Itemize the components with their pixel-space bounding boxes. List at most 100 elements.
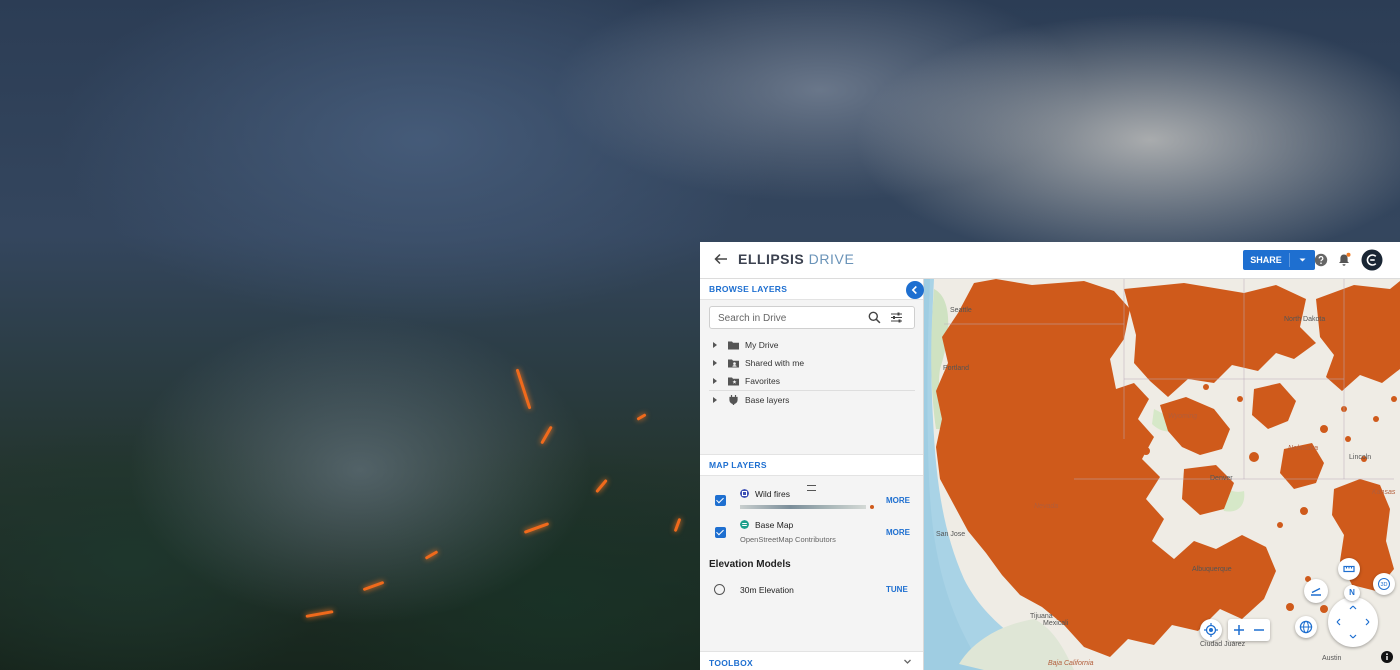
- tilt-plane-icon: [1311, 587, 1321, 596]
- share-button[interactable]: SHARE: [1243, 250, 1315, 270]
- globe-view-button[interactable]: [1295, 616, 1317, 638]
- tree-item-label: My Drive: [745, 340, 779, 350]
- expand-caret-icon[interactable]: [713, 397, 717, 403]
- tree-item-label: Shared with me: [745, 358, 805, 368]
- fire-ember: [424, 550, 439, 560]
- shared-folder-icon: [728, 359, 739, 368]
- top-bar: ELLIPSIS DRIVE SHARE: [700, 242, 1400, 279]
- map-layers-heading: MAP LAYERS: [700, 454, 923, 476]
- map-label: Austin: [1322, 655, 1342, 662]
- layer-name: Wild fires: [755, 489, 790, 499]
- measure-ruler-button[interactable]: [1338, 558, 1360, 580]
- map-label: North Dakota: [1284, 316, 1326, 323]
- fire-ember: [673, 517, 682, 533]
- notification-bell-icon[interactable]: [1337, 252, 1351, 267]
- compass-arrows-icon: [1336, 605, 1370, 639]
- pitch-control-button[interactable]: [1304, 579, 1328, 603]
- 3d-view-icon: 3D: [1378, 578, 1390, 590]
- svg-text:3D: 3D: [1380, 582, 1387, 588]
- map-label: Mexicali: [1043, 620, 1069, 627]
- tree-item-my-drive[interactable]: My Drive: [700, 336, 923, 354]
- chevron-down-icon[interactable]: [903, 657, 912, 666]
- ruler-icon: [1343, 565, 1355, 573]
- expand-caret-icon[interactable]: [713, 360, 717, 366]
- elevation-tune-button[interactable]: TUNE: [886, 585, 908, 594]
- back-arrow-icon[interactable]: [713, 251, 729, 267]
- elevation-name: 30m Elevation: [740, 585, 794, 595]
- layers-sidebar: BROWSE LAYERS My Drive: [700, 279, 924, 670]
- globe-icon: [1299, 620, 1313, 634]
- ellipsis-drive-logo[interactable]: ELLIPSIS DRIVE: [738, 251, 854, 267]
- map-label: Albuquerque: [1192, 566, 1232, 573]
- compass-north-button[interactable]: N: [1344, 585, 1360, 601]
- elevation-radio-button[interactable]: [714, 584, 725, 595]
- map-label: Baja California: [1048, 660, 1094, 667]
- fire-ember: [540, 425, 553, 445]
- tree-item-favorites[interactable]: Favorites: [700, 372, 923, 390]
- zoom-controls: [1228, 619, 1270, 641]
- search-drive-box: [709, 306, 915, 329]
- collapse-sidebar-button[interactable]: [906, 281, 924, 299]
- map-navigation-compass[interactable]: [1328, 597, 1378, 647]
- elevation-row-30m[interactable]: 30m Elevation TUNE: [700, 580, 923, 600]
- layer-subtitle: OpenStreetMap Contributors: [740, 535, 836, 544]
- logo-wordmark: ELLIPSIS: [738, 251, 805, 267]
- elevation-models-heading: Elevation Models: [709, 559, 791, 570]
- favorites-folder-icon: [728, 377, 739, 386]
- tree-item-label: Base layers: [745, 395, 790, 405]
- fire-ember: [305, 610, 334, 618]
- user-avatar[interactable]: [1361, 249, 1383, 271]
- ellipsis-drive-window: ELLIPSIS DRIVE SHARE BROWSE LAYERS Searc…: [700, 242, 1400, 670]
- crosshair-location-icon: [1204, 623, 1218, 637]
- north-label: N: [1349, 588, 1355, 597]
- map-label: Ciudad Juárez: [1200, 641, 1246, 648]
- filter-sliders-icon[interactable]: [890, 311, 903, 324]
- map-label: Wyoming: [1168, 413, 1198, 420]
- search-drive-input[interactable]: [716, 309, 860, 327]
- fire-ember: [515, 368, 532, 410]
- map-info-icon[interactable]: [1381, 651, 1393, 663]
- fire-ember: [595, 478, 608, 494]
- 3d-toggle-button[interactable]: 3D: [1373, 573, 1395, 595]
- map-label: Seattle: [950, 307, 972, 314]
- map-label: San Jose: [936, 531, 966, 538]
- map-label: Nevada: [1034, 503, 1059, 510]
- map-label: Kansas: [1372, 489, 1396, 496]
- share-label: SHARE: [1250, 255, 1282, 265]
- map-view[interactable]: Seattle Portland North Dakota Wyoming De…: [924, 279, 1400, 670]
- map-label: Portland: [943, 365, 970, 372]
- tree-item-shared-with-me[interactable]: Shared with me: [700, 354, 923, 372]
- layer-more-button[interactable]: MORE: [886, 528, 910, 537]
- expand-caret-icon[interactable]: [713, 378, 717, 384]
- share-dropdown-icon[interactable]: [1290, 250, 1315, 270]
- logo-product: DRIVE: [808, 251, 855, 267]
- layer-row-base-map[interactable]: Base Map OpenStreetMap Contributors MORE: [700, 515, 923, 547]
- tree-item-label: Favorites: [745, 376, 780, 386]
- zoom-out-button[interactable]: [1250, 621, 1268, 639]
- search-icon[interactable]: [868, 311, 881, 324]
- layer-color-dot: [870, 505, 874, 509]
- fire-ember: [523, 522, 550, 534]
- layer-more-button[interactable]: MORE: [886, 496, 910, 505]
- toolbox-heading: TOOLBOX: [709, 658, 753, 668]
- vector-layer-badge-icon: [740, 489, 749, 498]
- layer-visibility-checkbox[interactable]: [715, 495, 726, 506]
- tree-item-base-layers[interactable]: Base layers: [700, 391, 923, 409]
- toolbox-section[interactable]: TOOLBOX: [700, 651, 923, 670]
- map-label: Nebraska: [1288, 445, 1318, 452]
- layer-legend-gradient: [740, 505, 866, 509]
- layer-visibility-checkbox[interactable]: [715, 527, 726, 538]
- fire-ember: [636, 413, 647, 421]
- map-label: Tijuana: [1030, 613, 1053, 620]
- geolocate-button[interactable]: [1200, 619, 1222, 641]
- folder-icon: [728, 341, 739, 350]
- plug-icon: [729, 395, 738, 405]
- map-label: Lincoln: [1349, 454, 1372, 461]
- layer-row-wild-fires[interactable]: Wild fires MORE: [700, 483, 923, 513]
- zoom-in-button[interactable]: [1230, 621, 1248, 639]
- layer-name: Base Map: [755, 520, 794, 530]
- raster-layer-badge-icon: [740, 520, 749, 529]
- expand-caret-icon[interactable]: [713, 342, 717, 348]
- map-label: Denver: [1210, 475, 1233, 482]
- help-icon[interactable]: [1314, 253, 1328, 267]
